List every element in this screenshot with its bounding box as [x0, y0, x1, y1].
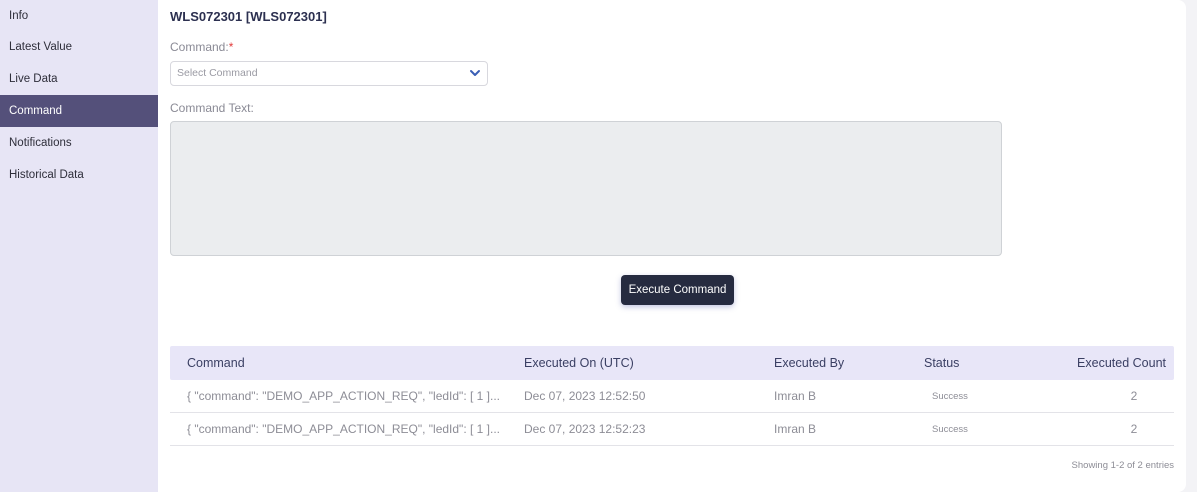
sidebar-item-label: Historical Data [9, 169, 84, 181]
table-row[interactable]: { "command": "DEMO_APP_ACTION_REQ", "led… [170, 413, 1174, 446]
cell-executed-count: 2 [1130, 422, 1138, 436]
sidebar-item-notifications[interactable]: Notifications [0, 127, 158, 159]
table-row[interactable]: { "command": "DEMO_APP_ACTION_REQ", "led… [170, 380, 1174, 413]
header-executed-by[interactable]: Executed By [774, 356, 924, 370]
command-text-area[interactable] [170, 121, 1002, 256]
sidebar-item-latest-value[interactable]: Latest Value [0, 31, 158, 63]
required-marker: * [228, 40, 234, 54]
sidebar-item-command[interactable]: Command [0, 95, 166, 127]
cell-executed-by: Imran B [774, 389, 817, 403]
command-label-text: Command: [170, 40, 229, 54]
command-select[interactable]: Select Command [170, 61, 488, 86]
cell-command: { "command": "DEMO_APP_ACTION_REQ", "led… [187, 422, 500, 436]
command-label: Command:* [170, 40, 233, 54]
cell-executed-count: 2 [1130, 389, 1138, 403]
sidebar-item-info[interactable]: Info [0, 0, 158, 31]
cell-status: Success [932, 423, 968, 435]
pagination-info: Showing 1-2 of 2 entries [1071, 460, 1174, 471]
sidebar-item-label: Latest Value [9, 41, 73, 53]
command-history-table: Command Executed On (UTC) Executed By St… [170, 346, 1174, 446]
sidebar-item-historical-data[interactable]: Historical Data [0, 159, 158, 191]
header-command[interactable]: Command [170, 356, 524, 370]
header-executed-on[interactable]: Executed On (UTC) [524, 356, 774, 370]
sidebar: Info Latest Value Live Data Command Noti… [0, 0, 166, 492]
header-status[interactable]: Status [924, 356, 1054, 370]
sidebar-item-live-data[interactable]: Live Data [0, 63, 158, 95]
sidebar-item-label: Notifications [9, 137, 72, 149]
header-executed-count[interactable]: Executed Count [1054, 356, 1174, 370]
page-title: WLS072301 [WLS072301] [170, 9, 327, 24]
sidebar-item-label: Command [9, 105, 63, 117]
table-header: Command Executed On (UTC) Executed By St… [170, 346, 1174, 380]
execute-command-button[interactable]: Execute Command [621, 275, 734, 305]
command-select-placeholder: Select Command [177, 67, 258, 79]
chevron-down-icon [470, 70, 480, 76]
cell-executed-on: Dec 07, 2023 12:52:50 [524, 389, 646, 403]
main-panel: WLS072301 [WLS072301] Command:* Select C… [158, 0, 1186, 492]
command-text-label: Command Text: [170, 101, 254, 115]
cell-status: Success [932, 390, 968, 402]
cell-executed-by: Imran B [774, 422, 817, 436]
cell-executed-on: Dec 07, 2023 12:52:23 [524, 422, 646, 436]
sidebar-item-label: Live Data [9, 73, 58, 85]
cell-command: { "command": "DEMO_APP_ACTION_REQ", "led… [187, 389, 500, 403]
sidebar-item-label: Info [9, 10, 29, 22]
